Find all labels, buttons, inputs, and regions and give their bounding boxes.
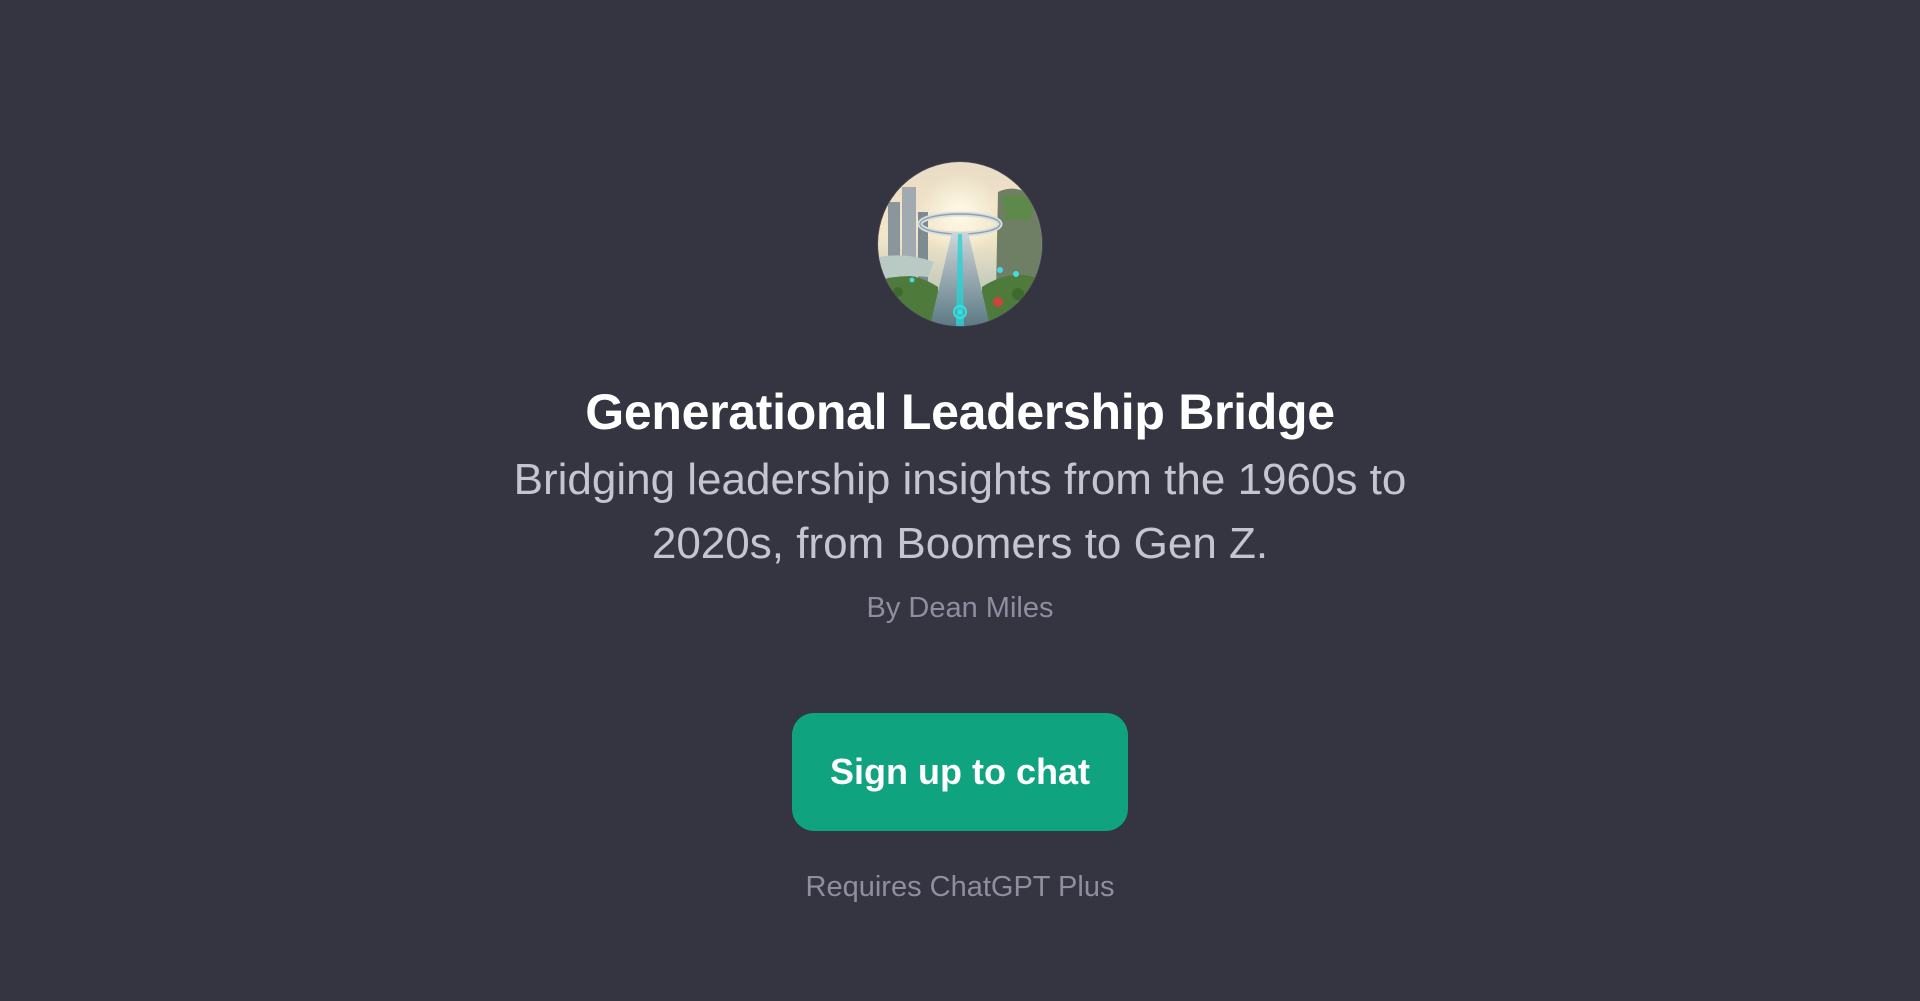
- requirement-note: Requires ChatGPT Plus: [805, 871, 1115, 903]
- gpt-description: Bridging leadership insights from the 19…: [513, 455, 1407, 568]
- gpt-title: Generational Leadership Bridge: [585, 384, 1335, 440]
- gpt-author: By Dean Miles: [866, 592, 1054, 624]
- gpt-avatar: [878, 162, 1042, 326]
- gpt-landing-page: Generational Leadership Bridge Bridging …: [0, 0, 1920, 1001]
- sign-up-to-chat-button[interactable]: Sign up to chat: [792, 713, 1128, 831]
- bridge-city-avatar-icon: [878, 162, 1042, 326]
